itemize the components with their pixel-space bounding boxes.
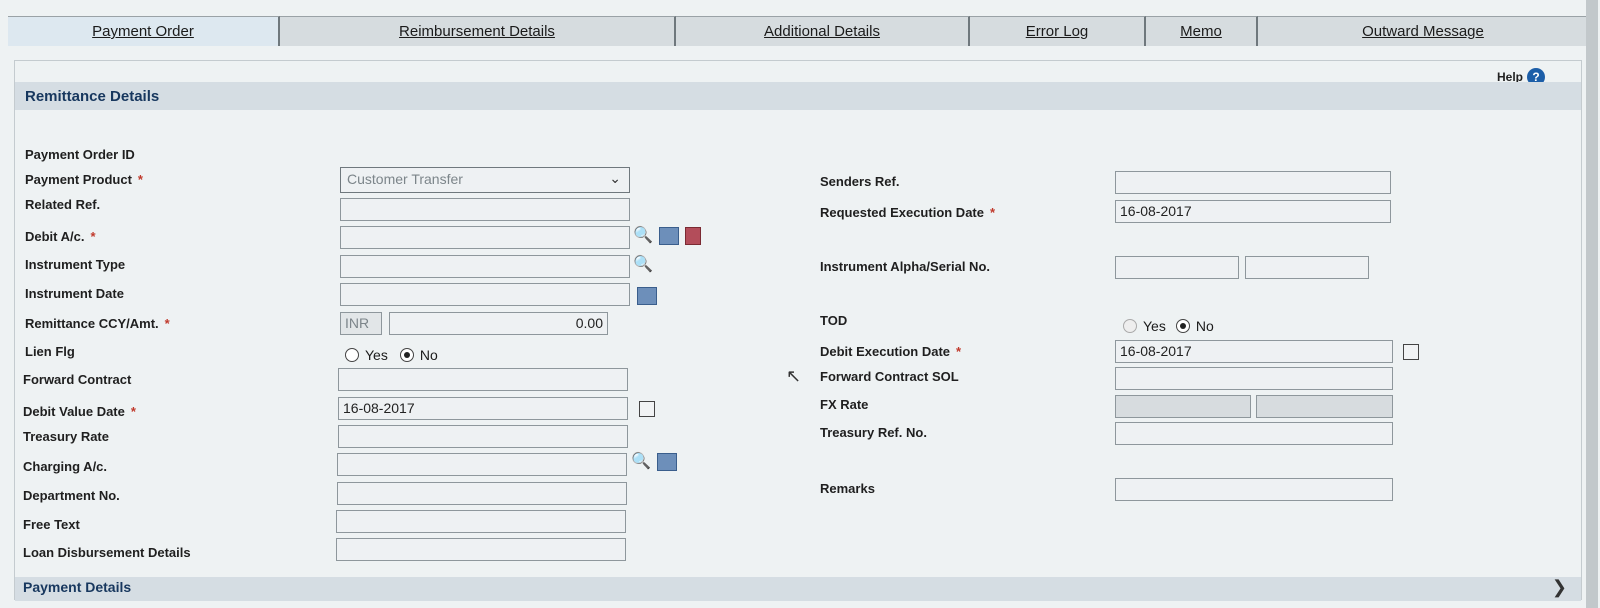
charging-ac-label: Charging A/c. <box>23 459 108 474</box>
department-no-label: Department No. <box>23 488 120 503</box>
search-icon[interactable]: 🔍 <box>631 453 651 471</box>
debit-ac-input[interactable] <box>340 226 630 249</box>
tod-yes-label: Yes <box>1143 318 1166 334</box>
payment-details-header[interactable]: Payment Details ❯ <box>15 577 1581 601</box>
free-text-input[interactable] <box>336 510 626 533</box>
account-list-icon[interactable] <box>657 453 677 471</box>
forward-contract-input[interactable] <box>338 368 628 391</box>
lien-flg-yes-radio[interactable] <box>345 348 359 362</box>
charging-ac-input[interactable] <box>337 453 627 476</box>
related-ref-input[interactable] <box>340 198 630 221</box>
instrument-serial-input[interactable] <box>1245 256 1369 279</box>
section-header: Remittance Details <box>15 82 1581 110</box>
senders-ref-label: Senders Ref. <box>820 174 900 189</box>
treasury-ref-no-label: Treasury Ref. No. <box>820 425 927 440</box>
instrument-type-label: Instrument Type <box>25 257 126 272</box>
debit-value-date-label: Debit Value Date * <box>23 404 136 419</box>
debit-execution-date-label: Debit Execution Date * <box>820 344 962 359</box>
debit-execution-date-input[interactable]: 16-08-2017 <box>1115 340 1393 363</box>
payment-product-select[interactable]: Customer Transfer ⌄ <box>340 167 630 193</box>
lien-flg-no-radio[interactable] <box>399 348 414 362</box>
debit-execution-date-checkbox[interactable] <box>1403 344 1419 360</box>
tab-payment-order[interactable]: Payment Order <box>8 16 280 46</box>
tab-bar: Payment Order Reimbursement Details Addi… <box>8 16 1588 46</box>
loan-disbursement-input[interactable] <box>336 538 626 561</box>
instrument-date-input[interactable] <box>340 283 630 306</box>
forward-contract-sol-label: Forward Contract SOL <box>820 369 959 384</box>
account-list-icon[interactable] <box>659 227 679 245</box>
tod-no-radio[interactable] <box>1175 319 1190 333</box>
lien-flg-label: Lien Flg <box>25 344 75 359</box>
instrument-date-label: Instrument Date <box>25 286 124 301</box>
section-title: Remittance Details <box>25 88 160 105</box>
instrument-type-input[interactable] <box>340 255 630 278</box>
mouse-cursor-icon: ↖ <box>786 366 802 386</box>
treasury-ref-no-input[interactable] <box>1115 422 1393 445</box>
payment-product-label: Payment Product * <box>25 172 143 187</box>
lien-flg-radio-group: Yes No <box>345 347 438 363</box>
debit-value-date-checkbox[interactable] <box>639 401 655 417</box>
requested-execution-date-label: Requested Execution Date * <box>820 205 996 220</box>
debit-ac-label: Debit A/c. * <box>25 229 96 244</box>
search-icon[interactable]: 🔍 <box>633 256 653 274</box>
senders-ref-input[interactable] <box>1115 171 1391 194</box>
instrument-alpha-input[interactable] <box>1115 256 1239 279</box>
tab-memo[interactable]: Memo <box>1146 16 1258 46</box>
search-icon[interactable]: 🔍 <box>633 227 653 245</box>
remarks-input[interactable] <box>1115 478 1393 501</box>
tab-error-log[interactable]: Error Log <box>970 16 1146 46</box>
calendar-icon[interactable] <box>637 287 657 305</box>
fx-rate-label: FX Rate <box>820 397 869 412</box>
treasury-rate-label: Treasury Rate <box>23 429 109 444</box>
tod-no-label: No <box>1195 318 1214 334</box>
chevron-right-icon[interactable]: ❯ <box>1552 577 1567 598</box>
payment-order-id-label: Payment Order ID <box>25 147 135 162</box>
tab-additional-details[interactable]: Additional Details <box>676 16 970 46</box>
forward-contract-sol-input[interactable] <box>1115 367 1393 390</box>
remittance-ccy-input[interactable]: INR <box>340 312 382 335</box>
vertical-scrollbar[interactable] <box>1586 0 1598 608</box>
tod-label: TOD <box>820 313 848 328</box>
requested-execution-date-input[interactable]: 16-08-2017 <box>1115 200 1391 223</box>
debit-value-date-input[interactable]: 16-08-2017 <box>338 397 628 420</box>
chevron-down-icon: ⌄ <box>609 170 621 186</box>
remarks-label: Remarks <box>820 481 875 496</box>
department-no-input[interactable] <box>337 482 627 505</box>
treasury-rate-input[interactable] <box>338 425 628 448</box>
loan-disbursement-label: Loan Disbursement Details <box>23 545 191 560</box>
remittance-ccy-amt-label: Remittance CCY/Amt. * <box>25 316 170 331</box>
form-panel: Help ? Remittance Details Payment Order … <box>14 60 1582 601</box>
lien-flg-no-label: No <box>419 347 438 363</box>
instrument-alpha-serial-label: Instrument Alpha/Serial No. <box>820 259 990 274</box>
account-info-icon[interactable] <box>685 227 701 245</box>
forward-contract-label: Forward Contract <box>23 372 132 387</box>
tod-radio-group: Yes No <box>1123 318 1214 334</box>
tod-yes-radio[interactable] <box>1123 319 1137 333</box>
related-ref-label: Related Ref. <box>25 197 101 212</box>
fx-rate-input-1[interactable] <box>1115 395 1251 418</box>
free-text-label: Free Text <box>23 517 80 532</box>
required-marker: * <box>137 172 143 187</box>
remittance-amount-input[interactable]: 0.00 <box>389 312 608 335</box>
lien-flg-yes-label: Yes <box>365 347 388 363</box>
app-frame: Payment Order Reimbursement Details Addi… <box>0 0 1600 608</box>
payment-details-title: Payment Details <box>23 579 132 595</box>
tab-outward-message[interactable]: Outward Message <box>1258 16 1588 46</box>
fx-rate-input-2[interactable] <box>1256 395 1393 418</box>
tab-reimbursement-details[interactable]: Reimbursement Details <box>280 16 676 46</box>
